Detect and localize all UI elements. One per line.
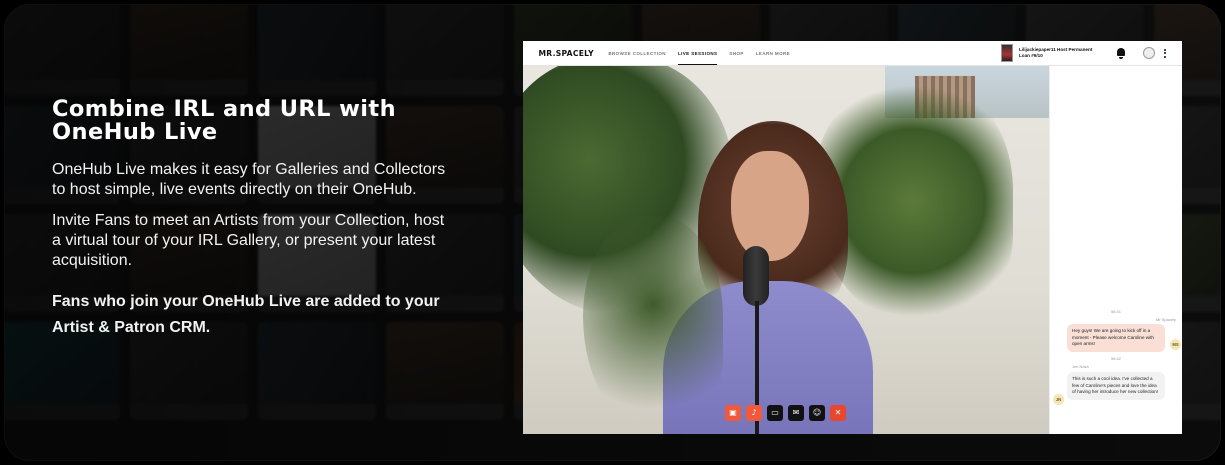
screen-share-icon[interactable]: ▭ bbox=[767, 405, 783, 421]
hero-paragraph-intro: OneHub Live makes it easy for Galleries … bbox=[52, 161, 446, 198]
hero-headline: Combine IRL and URL with OneHub Live bbox=[52, 96, 396, 145]
message-timestamp: 56:41 bbox=[1110, 309, 1121, 314]
participants-icon[interactable]: ☺ bbox=[809, 405, 825, 421]
chat-icon[interactable]: ✉ bbox=[788, 405, 804, 421]
featured-collection[interactable]: Lilijackiepaper11 Host Permanent Loan #9… bbox=[1001, 44, 1099, 62]
hero-paragraph-crm: Fans who join your OneHub Live are added… bbox=[52, 293, 440, 336]
main-nav: BROWSE COLLECTION LIVE SESSIONS SHOP LEA… bbox=[608, 41, 802, 65]
collection-title: Lilijackiepaper11 Host Permanent Loan #9… bbox=[1019, 47, 1093, 58]
nav-learn-more[interactable]: LEARN MORE bbox=[756, 41, 790, 65]
nav-browse-collection[interactable]: BROWSE COLLECTION bbox=[608, 41, 666, 65]
nav-shop[interactable]: SHOP bbox=[729, 41, 743, 65]
message-sender: Jen Nash bbox=[1072, 364, 1089, 369]
call-controls: ▣ ♪ ▭ ✉ ☺ ✕ bbox=[725, 405, 846, 421]
camera-icon[interactable]: ▣ bbox=[725, 405, 741, 421]
live-video-feed: ▣ ♪ ▭ ✉ ☺ ✕ bbox=[523, 66, 1049, 434]
microphone bbox=[743, 246, 769, 306]
bell-icon[interactable] bbox=[1115, 47, 1127, 59]
hero-copy: Combine IRL and URL with OneHub Live One… bbox=[52, 98, 452, 352]
app-logo[interactable]: MR.SPACELY bbox=[538, 49, 593, 58]
message-timestamp: 56:42 bbox=[1110, 356, 1121, 361]
user-icon[interactable] bbox=[1143, 47, 1155, 59]
leave-icon[interactable]: ✕ bbox=[830, 405, 846, 421]
nav-live-sessions[interactable]: LIVE SESSIONS bbox=[677, 41, 718, 65]
message-sender: Mr Spacely bbox=[1155, 317, 1176, 322]
mic-muted-icon[interactable]: ♪ bbox=[746, 405, 762, 421]
chat-message-fan: This is such a cool idea. I've collected… bbox=[1067, 372, 1165, 400]
collection-thumbnail bbox=[1001, 44, 1013, 62]
hero-paragraph-invite: Invite Fans to meet an Artists from your… bbox=[52, 212, 445, 269]
kebab-menu-icon[interactable] bbox=[1164, 48, 1166, 58]
onehub-live-window: MR.SPACELY BROWSE COLLECTION LIVE SESSIO… bbox=[523, 41, 1182, 434]
avatar: JN bbox=[1053, 394, 1064, 405]
chat-message-host: Hey guys! We are going to kick off in a … bbox=[1067, 324, 1165, 352]
avatar: MS bbox=[1170, 339, 1181, 350]
app-topbar: MR.SPACELY BROWSE COLLECTION LIVE SESSIO… bbox=[523, 41, 1182, 66]
chat-panel: 56:41 Mr Spacely Hey guys! We are going … bbox=[1049, 66, 1182, 434]
